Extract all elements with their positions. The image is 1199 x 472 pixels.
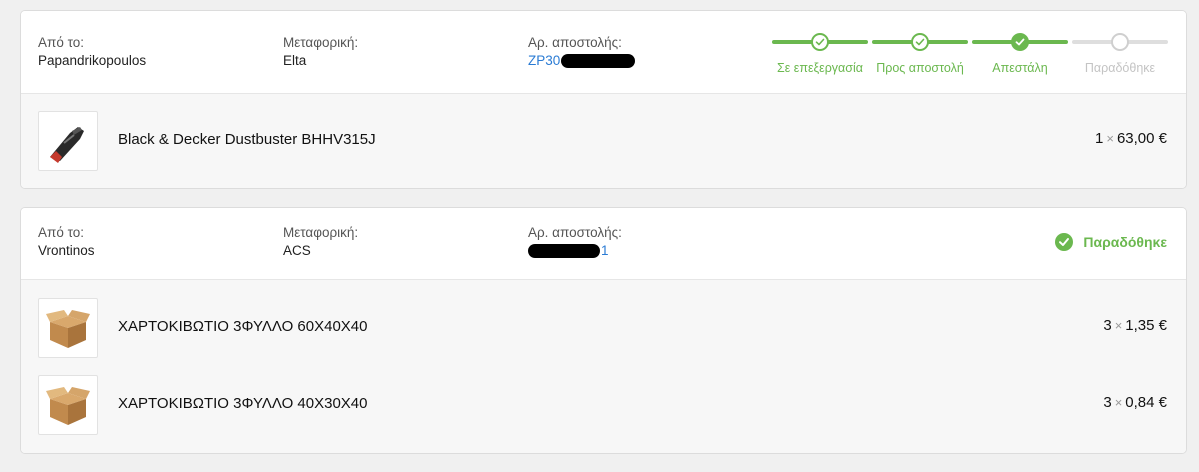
progress-step-processing: Σε επεξεργασία xyxy=(772,30,872,80)
item-quantity: 1 xyxy=(1095,130,1104,147)
cardboard-box-image[interactable] xyxy=(38,375,98,435)
list-item: Black & Decker Dustbuster BHHV315J 1 × 63,… xyxy=(21,111,1186,171)
tracking-field: Αρ. αποστολής: 1 xyxy=(528,224,622,260)
carrier-label: Μεταφορική: xyxy=(283,35,359,50)
progress-step-label: Σε επεξεργασία xyxy=(776,61,864,75)
check-circle-icon xyxy=(1055,233,1074,251)
tracking-field: Αρ. αποστολής: ZP30 xyxy=(528,34,636,70)
tracking-number-text: ZP30 xyxy=(528,53,561,68)
carrier-field: Μεταφορική: ACS xyxy=(283,224,358,260)
check-circle-icon xyxy=(911,33,929,51)
item-price: 0,84 € xyxy=(1125,394,1167,411)
list-item: ΧΑΡΤΟΚΙΒΩΤΙΟ 3ΦΥΛΛΟ 60Χ40Χ40 3 × 1,35 € xyxy=(21,298,1186,358)
item-price: 63,00 € xyxy=(1116,130,1167,147)
sender-field: Από το: Papandrikopoulos xyxy=(38,34,146,70)
item-quantity-price: 3 × 0,84 € xyxy=(1103,394,1167,411)
progress-step-to-ship: Προς αποστολή xyxy=(872,30,972,80)
sender-field: Από το: Vrontinos xyxy=(38,224,95,260)
tracking-label: Αρ. αποστολής: xyxy=(528,225,622,240)
item-quantity: 3 xyxy=(1103,394,1112,411)
multiply-sign: × xyxy=(1106,131,1114,146)
tracking-label: Αρ. αποστολής: xyxy=(528,35,622,50)
product-name[interactable]: ΧΑΡΤΟΚΙΒΩΤΙΟ 3ΦΥΛΛΟ 40Χ30Χ40 xyxy=(118,395,367,412)
shipment-card: Από το: Vrontinos Μεταφορική: ACS Αρ. απ… xyxy=(20,207,1187,454)
product-name[interactable]: ΧΑΡΤΟΚΙΒΩΤΙΟ 3ΦΥΛΛΟ 60Χ40Χ40 xyxy=(118,318,367,335)
check-circle-icon xyxy=(811,33,829,51)
progress-step-delivered: Παραδόθηκε xyxy=(1072,30,1172,80)
shipment-items: Black & Decker Dustbuster BHHV315J 1 × 63,… xyxy=(21,94,1186,188)
progress-step-label: Παραδόθηκε xyxy=(1084,61,1156,75)
progress-step-label: Απεστάλη xyxy=(992,61,1048,75)
redaction-mark xyxy=(528,244,600,259)
multiply-sign: × xyxy=(1114,395,1123,410)
empty-circle-icon xyxy=(1111,33,1129,51)
shipment-header: Από το: Vrontinos Μεταφορική: ACS Αρ. απ… xyxy=(21,208,1186,280)
progress-step-label: Προς αποστολή xyxy=(876,61,964,75)
carrier-value: Elta xyxy=(283,53,307,68)
item-quantity-price: 3 × 1,35 € xyxy=(1103,317,1167,334)
product-name[interactable]: Black & Decker Dustbuster BHHV315J xyxy=(118,131,376,148)
shipment-header: Από το: Papandrikopoulos Μεταφορική: Elt… xyxy=(21,11,1186,94)
sender-value: Vrontinos xyxy=(38,243,95,258)
list-item: ΧΑΡΤΟΚΙΒΩΤΙΟ 3ΦΥΛΛΟ 40Χ30Χ40 3 × 0,84 € xyxy=(21,375,1186,435)
cardboard-box-image[interactable] xyxy=(38,298,98,358)
status-badge: Παραδόθηκε xyxy=(1055,233,1167,251)
sender-label: Από το: xyxy=(38,225,84,240)
sender-value: Papandrikopoulos xyxy=(38,53,147,68)
multiply-sign: × xyxy=(1114,318,1123,333)
shipment-progress: Σε επεξεργασία Προς αποστολή Απεστάλη Πα xyxy=(772,30,1168,80)
carrier-label: Μεταφορική: xyxy=(283,225,359,240)
progress-step-shipped: Απεστάλη xyxy=(972,30,1072,80)
item-quantity-price: 1 × 63,00 € xyxy=(1095,130,1167,147)
tracking-number-link[interactable]: ZP30 xyxy=(528,52,636,70)
carrier-field: Μεταφορική: Elta xyxy=(283,34,358,70)
shipment-items: ΧΑΡΤΟΚΙΒΩΤΙΟ 3ΦΥΛΛΟ 60Χ40Χ40 3 × 1,35 € ΧΑ… xyxy=(21,280,1186,453)
status-label: Παραδόθηκε xyxy=(1083,234,1167,250)
item-price: 1,35 € xyxy=(1125,317,1167,334)
item-quantity: 3 xyxy=(1103,317,1112,334)
carrier-value: ACS xyxy=(283,243,311,258)
redaction-mark xyxy=(561,54,636,69)
shipment-card: Από το: Papandrikopoulos Μεταφορική: Elt… xyxy=(20,10,1187,189)
vacuum-image[interactable] xyxy=(38,111,98,171)
tracking-number-text: 1 xyxy=(601,243,609,258)
sender-label: Από το: xyxy=(38,35,84,50)
tracking-number-link[interactable]: 1 xyxy=(528,242,622,260)
check-circle-icon xyxy=(1011,33,1029,51)
